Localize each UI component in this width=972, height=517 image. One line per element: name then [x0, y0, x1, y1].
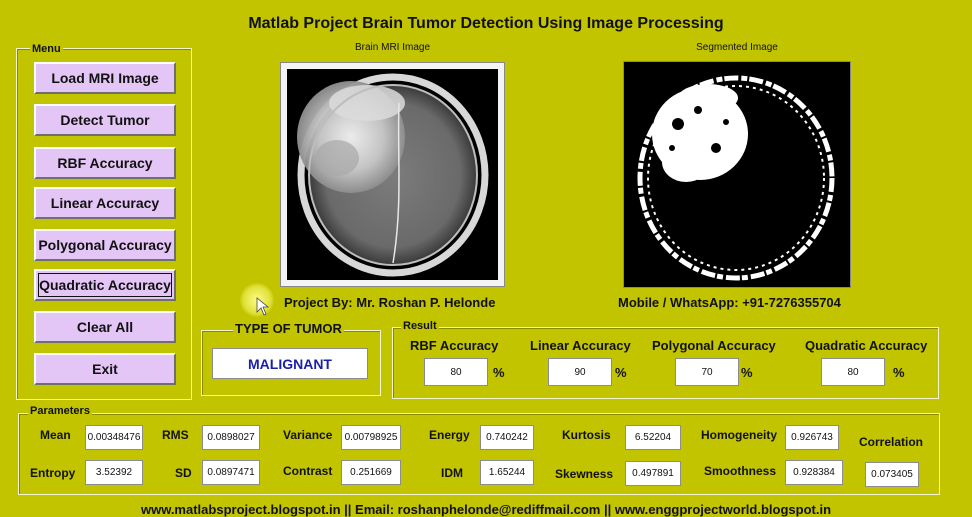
quadratic-accuracy-label: Quadratic Accuracy — [805, 338, 928, 353]
homogeneity-field[interactable]: 0.926743 — [785, 425, 839, 450]
quadratic-percent-sign: % — [893, 365, 905, 380]
author-credit: Project By: Mr. Roshan P. Helonde — [284, 295, 496, 310]
mri-image-caption: Brain MRI Image — [354, 42, 431, 53]
contact-credit: Mobile / WhatsApp: +91-7276355704 — [618, 295, 841, 310]
segmented-brain-graphic — [624, 62, 850, 287]
rbf-percent-sign: % — [493, 365, 505, 380]
detect-tumor-button[interactable]: Detect Tumor — [34, 104, 176, 136]
rbf-accuracy-label: RBF Accuracy — [410, 338, 499, 353]
smoothness-label: Smoothness — [704, 464, 777, 478]
window-title: Matlab Project Brain Tumor Detection Usi… — [248, 15, 724, 32]
skewness-field[interactable]: 0.497891 — [625, 461, 681, 486]
variance-field[interactable]: 0.00798925 — [341, 425, 401, 450]
smoothness-field[interactable]: 0.928384 — [785, 460, 843, 485]
load-mri-image-button[interactable]: Load MRI Image — [34, 62, 176, 94]
linear-accuracy-button[interactable]: Linear Accuracy — [34, 187, 176, 219]
polygonal-accuracy-label: Polygonal Accuracy — [652, 338, 776, 353]
result-panel-title: Result — [401, 320, 439, 332]
linear-percent-sign: % — [615, 365, 627, 380]
idm-field[interactable]: 1.65244 — [480, 460, 534, 485]
exit-button[interactable]: Exit — [34, 353, 176, 385]
rbf-accuracy-button[interactable]: RBF Accuracy — [34, 147, 176, 179]
menu-panel-title: Menu — [30, 43, 63, 55]
linear-accuracy-field[interactable]: 90 — [548, 358, 612, 386]
pointer-icon — [256, 297, 270, 316]
rms-field[interactable]: 0.0898027 — [202, 425, 260, 450]
mri-brain-graphic — [287, 69, 498, 280]
clear-all-button[interactable]: Clear All — [34, 311, 176, 343]
energy-field[interactable]: 0.740242 — [480, 425, 534, 450]
quadratic-accuracy-button[interactable]: Quadratic Accuracy — [34, 269, 176, 301]
variance-label: Variance — [283, 428, 333, 442]
energy-label: Energy — [429, 428, 470, 442]
contrast-field[interactable]: 0.251669 — [341, 460, 401, 485]
entropy-field[interactable]: 3.52392 — [85, 460, 143, 485]
idm-label: IDM — [441, 466, 463, 480]
mean-field[interactable]: 0.00348476 — [85, 425, 143, 450]
sd-field[interactable]: 0.0897471 — [202, 460, 260, 485]
kurtosis-label: Kurtosis — [562, 428, 611, 442]
rbf-accuracy-field[interactable]: 80 — [424, 358, 488, 386]
rms-label: RMS — [162, 428, 189, 442]
parameters-panel-title: Parameters — [28, 405, 92, 417]
sd-label: SD — [175, 466, 192, 480]
homogeneity-label: Homogeneity — [701, 428, 778, 442]
mouse-cursor-highlight — [240, 283, 274, 317]
contrast-label: Contrast — [283, 464, 333, 478]
quadratic-accuracy-field[interactable]: 80 — [821, 358, 885, 386]
tumor-type-label: TYPE OF TUMOR — [233, 321, 344, 336]
polygonal-accuracy-field[interactable]: 70 — [675, 358, 739, 386]
segmented-image-caption: Segmented Image — [696, 42, 778, 53]
entropy-label: Entropy — [30, 466, 76, 480]
segmented-image — [623, 61, 851, 288]
linear-accuracy-label: Linear Accuracy — [530, 338, 631, 353]
menu-panel — [16, 48, 192, 400]
mean-label: Mean — [40, 428, 71, 442]
correlation-label: Correlation — [859, 435, 924, 449]
mri-image — [280, 62, 505, 287]
polygonal-accuracy-button[interactable]: Polygonal Accuracy — [34, 229, 176, 261]
kurtosis-field[interactable]: 6.52204 — [625, 425, 681, 450]
correlation-field[interactable]: 0.073405 — [865, 462, 919, 487]
footer-links: www.matlabsproject.blogspot.in || Email:… — [140, 502, 832, 517]
polygonal-percent-sign: % — [741, 365, 753, 380]
tumor-type-field: MALIGNANT — [212, 348, 368, 379]
skewness-label: Skewness — [555, 467, 614, 481]
